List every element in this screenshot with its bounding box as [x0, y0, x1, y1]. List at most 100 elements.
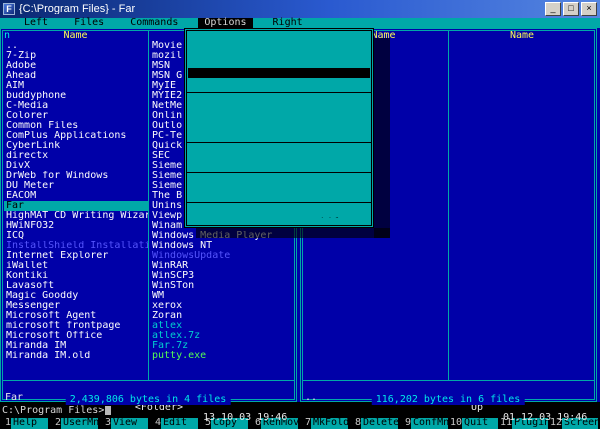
menu-item[interactable]: System settings: [187, 38, 371, 48]
file-item[interactable]: Colorer: [4, 111, 148, 121]
fkey-button[interactable]: 9 ConfMn: [400, 418, 450, 429]
file-item[interactable]: EACOM: [4, 191, 148, 201]
fkey-number: 2: [50, 418, 61, 429]
fkey-button[interactable]: 4 Edit: [150, 418, 200, 429]
fkey-button[interactable]: 2 UserMn: [50, 418, 100, 429]
status-file-datetime: 01.12.03 19:46: [503, 413, 587, 423]
file-item[interactable]: Microsoft Office: [4, 331, 148, 341]
fkey-button[interactable]: 8 Delete: [350, 418, 400, 429]
file-item[interactable]: iWallet: [4, 261, 148, 271]
far-manager-window: F {C:\Program Files} - Far _ □ × Left Fil…: [0, 0, 600, 429]
maximize-button[interactable]: □: [563, 2, 579, 16]
menu-item[interactable]: Confirmations: [187, 98, 371, 108]
menu-item[interactable]: Interface settings: [187, 58, 371, 68]
menu-shadow: [374, 38, 390, 238]
menubar-item[interactable]: Files: [68, 18, 110, 28]
file-item[interactable]: Miranda IM.old: [4, 351, 148, 361]
fkey-button[interactable]: 10 Quit: [450, 418, 500, 429]
close-button[interactable]: ×: [581, 2, 597, 16]
file-item[interactable]: HighMAT CD Writing Wizar: [4, 211, 148, 221]
file-item[interactable]: ..: [4, 41, 148, 51]
file-item[interactable]: DU Meter: [4, 181, 148, 191]
text-cursor: [105, 406, 111, 415]
status-file-name: Far: [5, 393, 23, 403]
menu-item[interactable]: Plugins configuration: [187, 78, 371, 88]
window-title: {C:\Program Files} - Far: [19, 4, 543, 14]
file-item[interactable]: directx: [4, 151, 148, 161]
menu-item[interactable]: File panel modes: [187, 108, 371, 118]
fkey-label: UserMn: [61, 418, 98, 429]
file-item[interactable]: Miranda IM: [4, 341, 148, 351]
file-item[interactable]: Adobe: [4, 61, 148, 71]
menubar-item[interactable]: Commands: [124, 18, 184, 28]
file-item[interactable]: DivX: [4, 161, 148, 171]
far-app-icon[interactable]: F: [3, 3, 15, 15]
fkey-label: Edit: [161, 418, 198, 429]
menu-item[interactable]: File descriptions: [187, 118, 371, 128]
fkey-label: ConfMn: [411, 418, 448, 429]
file-item[interactable]: putty.exe: [150, 351, 294, 361]
fkey-label: Delete: [361, 418, 398, 429]
file-item[interactable]: Ahead: [4, 71, 148, 81]
panel-totals: 116,202 bytes in 6 files: [372, 395, 525, 405]
menubar-item[interactable]: Options: [198, 18, 252, 28]
menubar-item[interactable]: Left: [18, 18, 54, 28]
menu-item[interactable]: Viewer settings: [187, 148, 371, 158]
file-item[interactable]: Internet Explorer: [4, 251, 148, 261]
column-divider: [148, 31, 149, 381]
file-item[interactable]: WinRAR: [150, 261, 294, 271]
menu-separator: [187, 168, 371, 178]
menu-bar: Left Files Commands Options Right: [0, 18, 600, 28]
menu-item[interactable]: Colors: [187, 178, 371, 188]
panel-status-line: .. Up 01.12.03 19:46: [303, 383, 594, 393]
file-item[interactable]: xerox: [150, 301, 294, 311]
menubar-item[interactable]: Right: [267, 18, 309, 28]
file-item[interactable]: 7-Zip: [4, 51, 148, 61]
file-item[interactable]: C-Media: [4, 101, 148, 111]
file-item[interactable]: atlex.7z: [150, 331, 294, 341]
file-item[interactable]: Zoran: [150, 311, 294, 321]
file-item[interactable]: ComPlus Applications: [4, 131, 148, 141]
file-item[interactable]: Lavasoft: [4, 281, 148, 291]
file-item[interactable]: CyberLink: [4, 141, 148, 151]
file-item[interactable]: Kontiki: [4, 271, 148, 281]
file-item[interactable]: Far: [4, 201, 148, 211]
file-item[interactable]: ICQ: [4, 231, 148, 241]
menu-item[interactable]: Panel settings: [187, 48, 371, 58]
file-item[interactable]: Messenger: [4, 301, 148, 311]
menu-shadow: [196, 228, 390, 238]
menu-item[interactable]: Shift-F9 Save setup: [187, 208, 371, 218]
fkey-button[interactable]: 3 View: [100, 418, 150, 429]
fkey-label: View: [111, 418, 148, 429]
menu-item[interactable]: Languages: [188, 68, 370, 78]
file-item[interactable]: WinSTon: [150, 281, 294, 291]
fkey-number: 3: [100, 418, 111, 429]
options-dropdown-menu: System settings Panel settings Interface…: [184, 28, 374, 228]
menu-item[interactable]: Editor settings: [187, 158, 371, 168]
file-item[interactable]: Microsoft Agent: [4, 311, 148, 321]
status-file-datetime: 13.10.03 19:46: [203, 413, 287, 423]
file-item[interactable]: Magic Gooddy: [4, 291, 148, 301]
fkey-number: 4: [150, 418, 161, 429]
file-item[interactable]: WindowsUpdate: [150, 251, 294, 261]
menu-item[interactable]: Folder description files: [187, 128, 371, 138]
file-item[interactable]: microsoft frontpage: [4, 321, 148, 331]
file-item[interactable]: DrWeb for Windows: [4, 171, 148, 181]
menu-item[interactable]: Files highlighting: [187, 188, 371, 198]
menu-separator: [187, 198, 371, 208]
file-item[interactable]: HWiNFO32: [4, 221, 148, 231]
minimize-button[interactable]: _: [545, 2, 561, 16]
status-separator-line: [3, 380, 294, 381]
file-item[interactable]: atlex: [150, 321, 294, 331]
file-item[interactable]: WinSCP3: [150, 271, 294, 281]
file-item[interactable]: Far.7z: [150, 341, 294, 351]
file-item[interactable]: AIM: [4, 81, 148, 91]
file-item[interactable]: buddyphone: [4, 91, 148, 101]
panel-totals: 2,439,806 bytes in 4 files: [66, 395, 231, 405]
file-item[interactable]: Common Files: [4, 121, 148, 131]
file-item[interactable]: Windows NT: [150, 241, 294, 251]
fkey-label: Quit: [462, 418, 498, 429]
file-item[interactable]: InstallShield Installati: [4, 241, 148, 251]
file-item[interactable]: WM: [150, 291, 294, 301]
status-file-name: ..: [305, 393, 317, 403]
